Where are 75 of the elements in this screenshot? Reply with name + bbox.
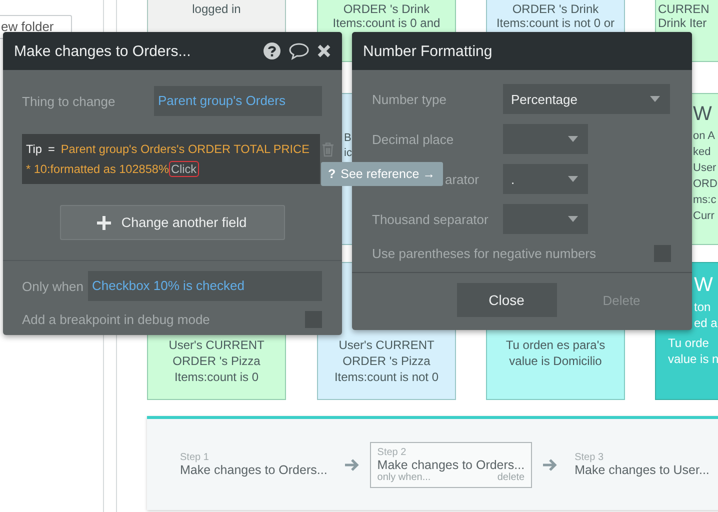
element-text: ORDER 's Drink bbox=[511, 2, 600, 16]
option-label: Decimal place bbox=[372, 132, 455, 146]
workflow-step[interactable]: Step 2 Make changes to Orders... only when... delete bbox=[370, 442, 532, 488]
element-text: ton bbox=[694, 299, 712, 315]
element-text: Curr bbox=[693, 209, 716, 224]
dropdown[interactable]: Percentage bbox=[503, 84, 670, 114]
workflow-step[interactable]: Step 3 Make changes to User... bbox=[568, 447, 718, 482]
plus-icon bbox=[97, 216, 112, 230]
element-text: CURREN bbox=[658, 2, 710, 16]
element-text: value is Domicilio bbox=[508, 353, 603, 369]
equals-sign: = bbox=[48, 142, 55, 156]
element-text: Items:count is not 0 bbox=[333, 369, 440, 385]
element-text: ked bbox=[693, 145, 712, 160]
only-when-field[interactable]: Checkbox 10% is checked bbox=[88, 271, 322, 301]
caret-icon bbox=[568, 176, 578, 182]
element-text: Drink Iter bbox=[658, 16, 708, 30]
arrow-right-icon bbox=[344, 458, 360, 472]
element-text: ORD bbox=[693, 177, 718, 192]
element-text: ms:c bbox=[693, 193, 718, 208]
thing-to-change-field[interactable]: Parent group's Orders bbox=[154, 86, 322, 116]
see-reference-tooltip[interactable]: ? See reference → bbox=[321, 162, 443, 186]
option-label: Number type bbox=[372, 92, 448, 106]
dropdown[interactable] bbox=[503, 204, 588, 234]
element-text: Tu orden es para's bbox=[504, 337, 606, 353]
element-text: User's CURRENT bbox=[338, 337, 436, 353]
element-text: Tu orde bbox=[668, 335, 710, 351]
workflow-step[interactable]: Step 1 Make changes to Orders... bbox=[173, 447, 334, 482]
element-text: ORDER 's Drink bbox=[342, 2, 431, 16]
step-number: Step 3 bbox=[574, 452, 605, 463]
element-text: B bbox=[344, 131, 352, 146]
only-when-link[interactable]: only when... bbox=[377, 472, 431, 482]
element-text: User's CURRENT bbox=[168, 337, 266, 353]
element-heading: W bbox=[694, 273, 714, 298]
element-text: value is n bbox=[668, 351, 718, 367]
option-label: arator bbox=[445, 172, 480, 186]
close-button[interactable]: Close bbox=[456, 283, 556, 317]
close-icon[interactable] bbox=[317, 44, 331, 58]
element-text: ed a bbox=[694, 315, 718, 331]
arrow-right-icon bbox=[542, 458, 558, 472]
change-another-field-button[interactable]: Change another field bbox=[60, 205, 284, 240]
step-number: Step 2 bbox=[377, 446, 408, 458]
help-icon[interactable] bbox=[263, 42, 281, 60]
expression-text[interactable]: Parent group's Orders's ORDER TOTAL PRICE bbox=[60, 142, 310, 156]
element-text: ic bbox=[344, 146, 352, 161]
option-label: Use parentheses for negative numbers bbox=[372, 246, 596, 260]
step-title: Make changes to Orders... bbox=[377, 458, 525, 472]
element-text: User bbox=[693, 161, 718, 176]
checkbox-label: Add a breakpoint in debug mode bbox=[22, 312, 210, 327]
step-title: Make changes to User... bbox=[574, 463, 710, 477]
dropdown[interactable]: . bbox=[503, 164, 588, 194]
element-text: ORDER 's Pizza bbox=[172, 353, 262, 369]
field-name: Tip bbox=[26, 142, 42, 156]
element-text: Items:count is 0 bbox=[173, 369, 260, 385]
caret-icon bbox=[568, 216, 578, 222]
caret-icon bbox=[650, 96, 660, 102]
element-text: Items:count is 0 and bbox=[332, 16, 442, 30]
element-text: Items:count is not 0 or bbox=[495, 16, 616, 30]
dialog-title: Number Formatting bbox=[363, 42, 492, 60]
field-label: Thing to change bbox=[22, 94, 116, 108]
dialog-title: Make changes to Orders... bbox=[14, 42, 191, 60]
step-title: Make changes to Orders... bbox=[180, 463, 328, 477]
element-heading: W bbox=[693, 102, 713, 127]
element-text: ORDER 's Pizza bbox=[342, 353, 432, 369]
caret-icon bbox=[568, 136, 578, 142]
dropdown[interactable] bbox=[503, 124, 588, 154]
delete-link[interactable]: delete bbox=[497, 472, 525, 482]
element-text: on A bbox=[693, 129, 716, 144]
field-label: Only when bbox=[22, 278, 84, 294]
speech-bubble-icon[interactable] bbox=[289, 42, 309, 60]
step-number: Step 1 bbox=[180, 452, 210, 463]
element-text: logged in bbox=[191, 2, 242, 16]
option-label: Thousand separator bbox=[372, 212, 490, 226]
click-hint[interactable]: Click bbox=[168, 161, 199, 177]
trash-icon[interactable] bbox=[322, 142, 334, 157]
expression-text[interactable]: * 10:formatted as 102858% bbox=[26, 162, 169, 176]
